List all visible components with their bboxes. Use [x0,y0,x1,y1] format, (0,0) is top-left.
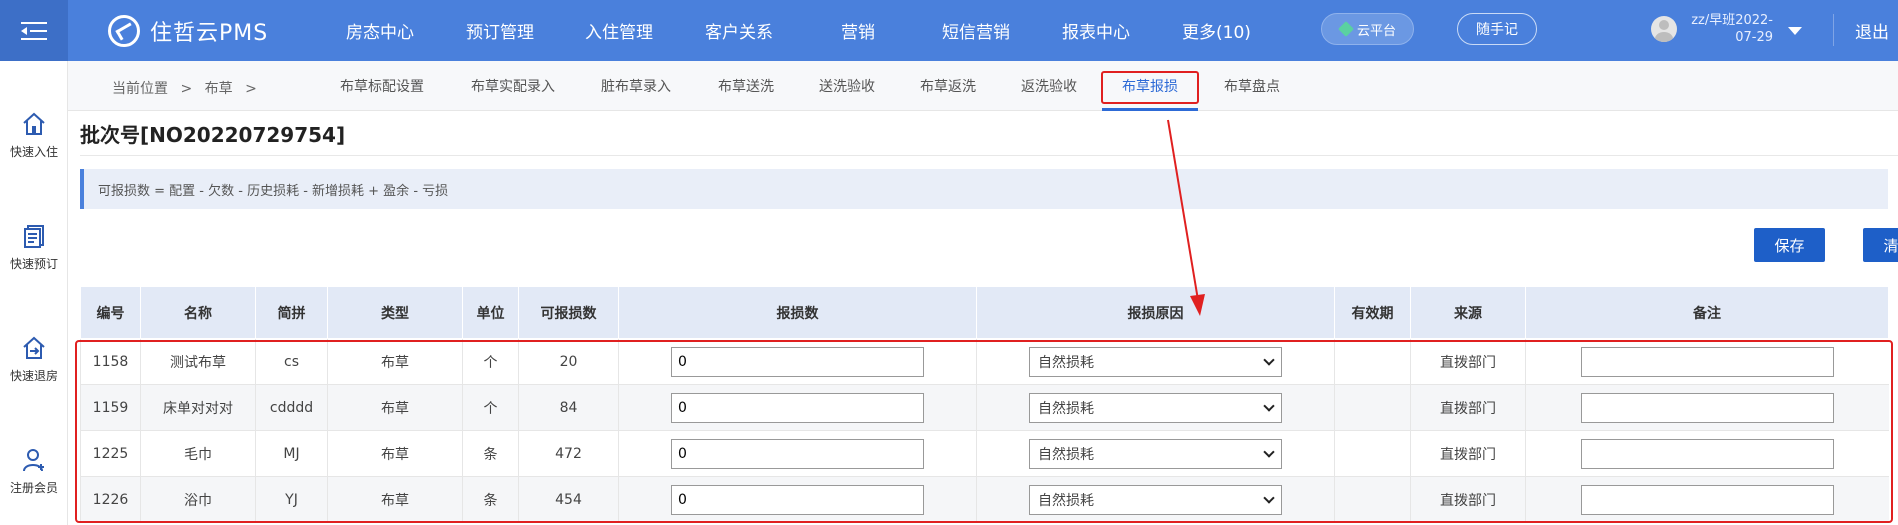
hamburger-icon [21,21,47,40]
nav-marketing[interactable]: 营销 [841,18,875,43]
breadcrumb-separator: > [180,81,193,97]
header-divider [1833,14,1834,46]
column-header: 类型 [327,286,463,339]
column-header: 名称 [140,286,256,339]
table-header-row: 编号 名称 简拼 类型 单位 可报损数 报损数 报损原因 有效期 来源 备注 [80,286,1889,339]
title-divider [80,155,1898,156]
sidebar-item-register-member[interactable]: 注册会员 [0,447,68,496]
sidebar-item-quick-checkin[interactable]: 快速入住 [0,111,68,160]
column-header: 来源 [1410,286,1526,339]
chevron-down-icon[interactable] [1788,27,1802,35]
column-header: 简拼 [255,286,328,339]
column-header: 可报损数 [518,286,619,339]
tab-dirty-linen-entry[interactable]: 脏布草录入 [601,76,671,96]
nav-more[interactable]: 更多(10) [1182,18,1251,43]
cloud-platform-label: 云平台 [1356,23,1396,39]
document-icon [24,225,44,248]
tab-linen-standard-config[interactable]: 布草标配设置 [340,76,424,96]
tab-linen-rewash[interactable]: 布草返洗 [920,76,976,96]
breadcrumb-section[interactable]: 布草 [205,81,233,97]
tab-linen-send-wash[interactable]: 布草送洗 [718,76,774,96]
home-icon [23,112,45,135]
top-bar: 住哲云PMS 房态中心 预订管理 入住管理 客户关系 营销 短信营销 报表中心 … [0,0,1898,61]
avatar[interactable] [1651,16,1677,42]
brand-name: 住哲云PMS [150,21,269,46]
formula-note: 可报损数 = 配置 - 欠数 - 历史损耗 - 新增损耗 + 盈余 - 亏损 [80,169,1888,209]
cube-icon [1338,21,1354,37]
tab-linen-actual-config[interactable]: 布草实配录入 [471,76,555,96]
user-add-icon [23,449,44,472]
column-header: 编号 [80,286,141,339]
breadcrumb-current: 当前位置 [112,81,168,97]
user-shift-line1: zz/早班2022- [1691,13,1773,28]
sidebar-label-quick-reservation: 快速预订 [9,257,58,271]
sidebar-label-register-member: 注册会员 [9,481,58,495]
sidebar-label-quick-checkout: 快速退房 [9,369,58,383]
user-shift-line2: 07-29 [1735,30,1773,45]
checkout-icon [23,336,45,359]
active-tab-indicator [1102,108,1198,111]
page-title: 批次号[NO20220729754] [80,123,346,147]
column-header: 有效期 [1334,286,1411,339]
linen-subnav: 当前位置 > 布草 > 布草标配设置 布草实配录入 脏布草录入 布草送洗 送洗验… [68,61,1898,111]
menu-toggle-icon[interactable] [0,0,68,61]
sidebar-item-quick-checkout[interactable]: 快速退房 [0,335,68,384]
user-shift-label[interactable]: zz/早班2022- 07-29 [1683,12,1773,46]
tab-rewash-acceptance[interactable]: 返洗验收 [1021,76,1077,96]
logout-button[interactable]: 退出 [1855,18,1889,43]
sidebar-label-quick-checkin: 快速入住 [9,145,58,159]
notes-button[interactable]: 随手记 [1457,13,1537,45]
quick-actions-sidebar: 快速入住 快速预订 快速退房 注册会员 [0,61,68,525]
cloud-platform-button[interactable]: 云平台 [1321,13,1414,45]
nav-room-status[interactable]: 房态中心 [346,18,414,43]
logo-icon [108,15,140,47]
nav-checkin[interactable]: 入住管理 [585,18,653,43]
clear-button[interactable]: 清除 [1863,228,1898,262]
tab-linen-inventory[interactable]: 布草盘点 [1224,76,1280,96]
annotation-box-tab [1101,71,1199,104]
sidebar-item-quick-reservation[interactable]: 快速预订 [0,223,68,272]
annotation-box-rows [75,340,1893,523]
nav-reservation[interactable]: 预订管理 [466,18,534,43]
tab-wash-acceptance[interactable]: 送洗验收 [819,76,875,96]
nav-reports[interactable]: 报表中心 [1062,18,1130,43]
save-button[interactable]: 保存 [1754,228,1825,262]
column-header: 单位 [462,286,519,339]
breadcrumb: 当前位置 > 布草 > [112,78,265,98]
column-header: 报损原因 [976,286,1335,339]
column-header: 备注 [1525,286,1889,339]
column-header: 报损数 [618,286,977,339]
app-logo[interactable]: 住哲云PMS [108,14,268,48]
nav-crm[interactable]: 客户关系 [705,18,773,43]
nav-sms-marketing[interactable]: 短信营销 [942,18,1010,43]
breadcrumb-separator: > [245,81,257,97]
